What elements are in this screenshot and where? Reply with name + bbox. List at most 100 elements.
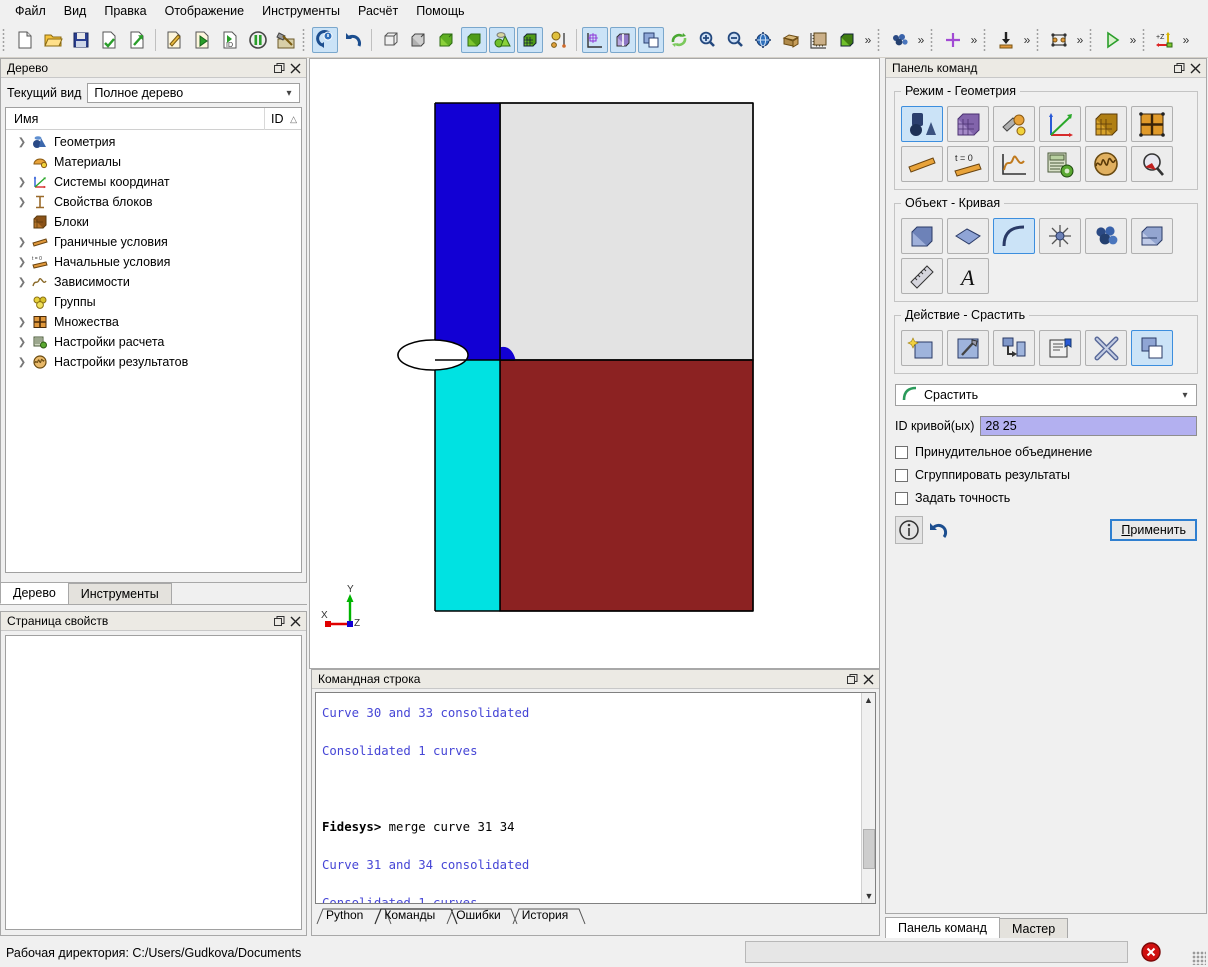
expand-chevron-icon[interactable]: ❯ xyxy=(14,337,30,348)
expand-chevron-icon[interactable]: ❯ xyxy=(14,357,30,368)
tab-tree[interactable]: Дерево xyxy=(0,582,69,604)
toolbar-overflow-chevron[interactable]: » xyxy=(1126,33,1140,47)
operation-combo[interactable]: Срастить ▾ xyxy=(895,384,1197,406)
block-mode-icon[interactable] xyxy=(1085,106,1127,142)
float-icon[interactable] xyxy=(271,61,287,76)
toolbar-grip[interactable] xyxy=(876,26,884,53)
zoom-out-icon[interactable] xyxy=(722,27,748,53)
overlap-icon[interactable] xyxy=(638,26,664,53)
group-results-checkbox[interactable] xyxy=(895,468,908,482)
reset-icon[interactable] xyxy=(923,516,953,544)
tree-item-materials[interactable]: ❯ Материалы xyxy=(6,152,301,172)
vertex-icon[interactable] xyxy=(1039,218,1081,254)
ruler-box-icon[interactable] xyxy=(806,27,832,53)
refresh-icon[interactable] xyxy=(666,27,692,53)
menu-display[interactable]: Отображение xyxy=(156,1,253,21)
zoom-in-icon[interactable] xyxy=(694,27,720,53)
expand-chevron-icon[interactable]: ❯ xyxy=(14,237,30,248)
coord-mode-icon[interactable] xyxy=(1039,106,1081,142)
grid-view-icon[interactable] xyxy=(582,26,608,53)
z-axis-icon[interactable]: +Z xyxy=(1152,27,1178,53)
perspective-box-icon[interactable] xyxy=(778,27,804,53)
delete-icon[interactable] xyxy=(1085,330,1127,366)
toolbar-grip[interactable] xyxy=(1088,26,1096,53)
export-file-icon[interactable] xyxy=(124,27,150,53)
stop-icon[interactable] xyxy=(1140,941,1162,963)
tab-wizard[interactable]: Мастер xyxy=(998,918,1069,939)
expand-chevron-icon[interactable]: ❯ xyxy=(14,197,30,208)
composite-icon[interactable] xyxy=(545,27,571,53)
float-icon[interactable] xyxy=(1171,61,1187,76)
ic-mode-icon[interactable]: t = 0 xyxy=(947,146,989,182)
text-icon[interactable]: A xyxy=(947,258,989,294)
expand-chevron-icon[interactable]: ❯ xyxy=(14,257,30,268)
set-mode-icon[interactable] xyxy=(1131,106,1173,142)
toolbar-overflow-chevron[interactable]: » xyxy=(861,33,875,47)
apply-button[interactable]: Применить xyxy=(1110,519,1197,541)
resize-grip[interactable] xyxy=(1192,951,1206,965)
mesh-edge-icon[interactable] xyxy=(1046,27,1072,53)
wireframe-cube-icon[interactable] xyxy=(377,27,403,53)
toolbar-overflow-chevron[interactable]: » xyxy=(967,33,981,47)
expand-chevron-icon[interactable]: ❯ xyxy=(14,177,30,188)
tab-command-panel[interactable]: Панель команд xyxy=(885,917,1000,939)
scroll-up-icon[interactable]: ▲ xyxy=(862,693,875,707)
tree-column-name[interactable]: Имя xyxy=(6,108,265,130)
menu-help[interactable]: Помощь xyxy=(407,1,473,21)
expand-chevron-icon[interactable]: ❯ xyxy=(14,137,30,148)
geometry-mode-icon[interactable] xyxy=(901,106,943,142)
green-cube-icon[interactable] xyxy=(834,27,860,53)
tree-column-id[interactable]: ID △ xyxy=(265,108,301,130)
hidden-line-cube-icon[interactable] xyxy=(405,27,431,53)
3d-viewport[interactable]: Y X Z xyxy=(309,58,880,669)
console-scrollbar[interactable]: ▲ ▼ xyxy=(861,693,875,903)
toolbar-grip[interactable] xyxy=(929,26,937,53)
properties-icon[interactable] xyxy=(1039,330,1081,366)
menu-tools[interactable]: Инструменты xyxy=(253,1,349,21)
run-play-icon[interactable] xyxy=(1099,27,1125,53)
tree-listbox[interactable]: Имя ID △ ❯ Геометрия ❯ xyxy=(5,107,302,573)
info-icon[interactable] xyxy=(895,516,923,544)
volume-icon[interactable] xyxy=(901,218,943,254)
new-file-icon[interactable] xyxy=(12,27,38,53)
create-icon[interactable] xyxy=(901,330,943,366)
scrollbar-thumb[interactable] xyxy=(863,829,875,869)
undo-icon[interactable] xyxy=(340,27,366,53)
tab-errors[interactable]: Ошибки xyxy=(446,907,518,925)
console-output[interactable]: Curve 30 and 33 consolidated Consolidate… xyxy=(315,692,876,904)
toolbar-overflow-chevron[interactable]: » xyxy=(1179,33,1193,47)
results-mode-icon[interactable] xyxy=(1085,146,1127,182)
tree-item-geometry[interactable]: ❯ Геометрия xyxy=(6,132,301,152)
group-results-checkbox-row[interactable]: Сгруппировать результаты xyxy=(895,468,1197,482)
float-icon[interactable] xyxy=(271,614,287,629)
toolbar-grip[interactable] xyxy=(982,26,990,53)
groups-icon[interactable] xyxy=(887,27,913,53)
inspect-mode-icon[interactable] xyxy=(1131,146,1173,182)
tab-commands[interactable]: Команды xyxy=(374,907,458,925)
bc-mode-icon[interactable] xyxy=(901,146,943,182)
tree-item-block-props[interactable]: ❯ Свойства блоков xyxy=(6,192,301,212)
menu-calc[interactable]: Расчёт xyxy=(349,1,407,21)
pause-icon[interactable] xyxy=(245,27,271,53)
material-mode-icon[interactable] xyxy=(993,106,1035,142)
toolbar-grip[interactable] xyxy=(1,26,9,53)
menu-file[interactable]: Файл xyxy=(6,1,55,21)
open-folder-icon[interactable] xyxy=(40,27,66,53)
tree-item-sets[interactable]: ❯ Множества xyxy=(6,312,301,332)
hammer-icon[interactable] xyxy=(273,27,299,53)
tree-item-result-settings[interactable]: ❯ Настройки результатов xyxy=(6,352,301,372)
tree-item-initial-conditions[interactable]: ❯ t = 0 Начальные условия xyxy=(6,252,301,272)
shaded-cube-icon[interactable] xyxy=(433,27,459,53)
tree-item-boundary-conditions[interactable]: ❯ Граничные условия xyxy=(6,232,301,252)
expand-chevron-icon[interactable]: ❯ xyxy=(14,317,30,328)
toolbar-grip[interactable] xyxy=(1141,26,1149,53)
tab-history[interactable]: История xyxy=(512,907,586,925)
tree-item-coord-systems[interactable]: ❯ Системы координат xyxy=(6,172,301,192)
menu-view[interactable]: Вид xyxy=(55,1,96,21)
tab-tools[interactable]: Инструменты xyxy=(67,583,172,604)
play-journal-icon[interactable] xyxy=(189,27,215,53)
transform-icon[interactable] xyxy=(993,330,1035,366)
tree-view-combo[interactable]: Полное дерево ▾ xyxy=(87,83,300,103)
id-file-icon[interactable]: ID xyxy=(217,27,243,53)
ruler-icon[interactable] xyxy=(901,258,943,294)
